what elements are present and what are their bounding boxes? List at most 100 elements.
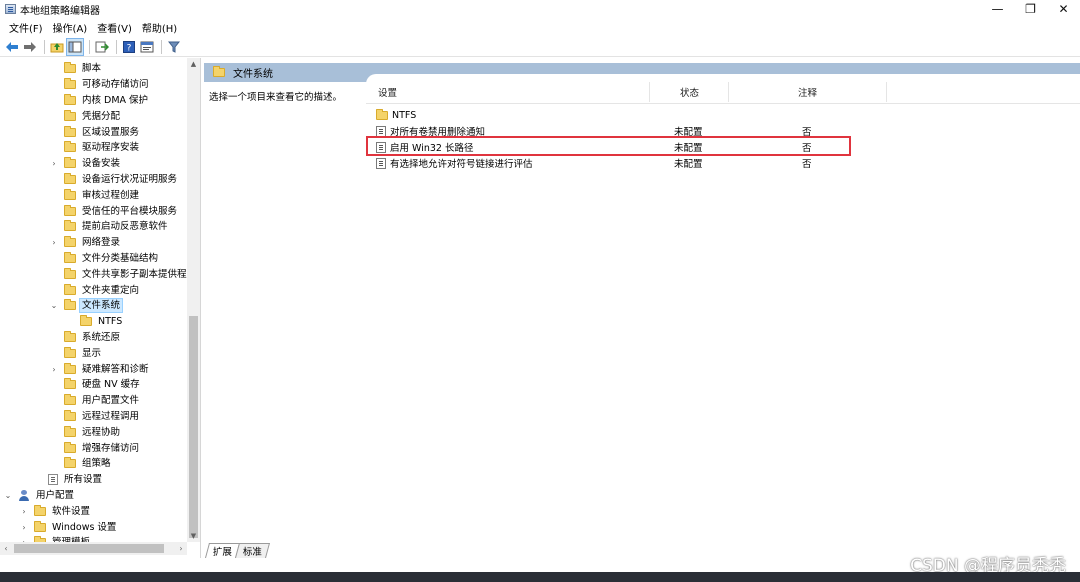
- tree-item[interactable]: 可移动存储访问: [0, 77, 187, 93]
- settings-list-header: 设置 状态 注释: [366, 80, 1080, 104]
- folder-icon: [64, 109, 76, 121]
- taskbar: [0, 572, 1080, 582]
- tree-item[interactable]: 文件共享影子副本提供程序: [0, 266, 196, 282]
- tree-item[interactable]: 提前启动反恶意软件: [0, 219, 187, 235]
- toolbar-separator: [44, 39, 45, 54]
- tree-item[interactable]: › 网络登录: [0, 235, 187, 251]
- tree-item[interactable]: 系统还原: [0, 330, 187, 346]
- tree-item[interactable]: › Windows 设置: [0, 519, 187, 535]
- tree-item-label: 远程协助: [82, 426, 121, 438]
- tree-item-label: 网络登录: [82, 237, 121, 249]
- column-header-state[interactable]: 状态: [680, 80, 699, 104]
- menu-bar: 文件(F) 操作(A) 查看(V) 帮助(H): [0, 18, 1080, 36]
- tree-item[interactable]: › 疑难解答和诊断: [0, 361, 187, 377]
- back-button[interactable]: [4, 39, 20, 55]
- folder-icon: [64, 93, 76, 105]
- expand-arrow-icon[interactable]: ›: [20, 507, 28, 516]
- tree-item-label: 文件分类基础结构: [82, 252, 159, 264]
- tree-item[interactable]: 受信任的平台模块服务: [0, 203, 187, 219]
- tree-item[interactable]: ⌄ 用户配置: [0, 488, 187, 504]
- setting-row[interactable]: NTFS: [374, 107, 1074, 123]
- tree-item[interactable]: 远程协助: [0, 424, 187, 440]
- tree-item[interactable]: › 设备安装: [0, 156, 187, 172]
- tree-item[interactable]: 文件夹重定向: [0, 282, 187, 298]
- expand-arrow-icon[interactable]: ›: [20, 523, 28, 532]
- toolbar-separator: [161, 39, 162, 54]
- tree-item-label: 审核过程创建: [82, 189, 140, 201]
- toolbar-separator: [116, 39, 117, 54]
- tree-item[interactable]: › 软件设置: [0, 503, 187, 519]
- filter-icon: [168, 41, 180, 53]
- collapse-arrow-icon[interactable]: ⌄: [50, 301, 58, 310]
- column-divider[interactable]: [649, 82, 650, 102]
- menu-action[interactable]: 操作(A): [48, 20, 93, 35]
- column-divider[interactable]: [728, 82, 729, 102]
- tree-horizontal-scroll-thumb[interactable]: [14, 544, 164, 553]
- tree-item-label: 所有设置: [64, 474, 103, 486]
- column-header-setting[interactable]: 设置: [378, 80, 397, 104]
- tree-horizontal-scrollbar[interactable]: ‹ ›: [0, 542, 187, 555]
- tree-item[interactable]: ⌄ 文件系统: [0, 298, 187, 314]
- tree-item[interactable]: 远程过程调用: [0, 409, 187, 425]
- tree-item[interactable]: 设备运行状况证明服务: [0, 172, 187, 188]
- export-list-button[interactable]: [94, 39, 110, 55]
- tab-standard[interactable]: 标准: [235, 543, 271, 558]
- folder-icon: [34, 520, 46, 532]
- forward-button[interactable]: [22, 39, 38, 55]
- tree-item[interactable]: 内核 DMA 保护: [0, 93, 187, 109]
- menu-file[interactable]: 文件(F): [4, 20, 48, 35]
- expand-arrow-icon[interactable]: ›: [50, 159, 58, 168]
- close-button[interactable]: ✕: [1047, 0, 1080, 18]
- up-one-level-button[interactable]: [49, 39, 65, 55]
- setting-row[interactable]: 有选择地允许对符号链接进行评估 未配置 否: [374, 155, 1074, 171]
- tree-item-label: 区域设置服务: [82, 126, 140, 138]
- tree-item[interactable]: 所有设置: [0, 472, 187, 488]
- description-text: 选择一个项目来查看它的描述。: [209, 92, 343, 103]
- folder-icon: [213, 66, 225, 77]
- tree-item[interactable]: 脚本: [0, 61, 187, 77]
- show-hide-tree-button[interactable]: [66, 37, 84, 56]
- tree-item[interactable]: 增强存储访问: [0, 440, 187, 456]
- tree-item-label: Windows 设置: [52, 521, 117, 533]
- minimize-button[interactable]: —: [981, 0, 1014, 18]
- column-divider[interactable]: [886, 82, 887, 102]
- description-area: 选择一个项目来查看它的描述。: [204, 82, 366, 542]
- tree-item[interactable]: 用户配置文件: [0, 393, 187, 409]
- tree-item[interactable]: 区域设置服务: [0, 124, 187, 140]
- folder-icon: [64, 141, 76, 153]
- tree-item[interactable]: 凭据分配: [0, 108, 187, 124]
- details-pane: 文件系统 选择一个项目来查看它的描述。 设置 状态 注释 NTFS 对所有卷禁用删…: [204, 60, 1080, 556]
- scroll-up-icon[interactable]: ▲: [187, 58, 200, 70]
- menu-view[interactable]: 查看(V): [92, 20, 137, 35]
- tree-item[interactable]: 硬盘 NV 缓存: [0, 377, 187, 393]
- setting-name: NTFS: [392, 109, 417, 121]
- folder-icon: [64, 346, 76, 358]
- properties-button[interactable]: [139, 39, 155, 55]
- help-button[interactable]: ?: [121, 39, 137, 55]
- expand-arrow-icon[interactable]: ›: [50, 238, 58, 247]
- tree-vertical-scroll-thumb[interactable]: [189, 316, 198, 538]
- tree-item[interactable]: NTFS: [0, 314, 187, 330]
- menu-help[interactable]: 帮助(H): [137, 20, 182, 35]
- tree-item[interactable]: 文件分类基础结构: [0, 251, 187, 267]
- tree-vertical-scrollbar[interactable]: ▲ ▼: [187, 58, 200, 542]
- tree-item-label: 文件共享影子副本提供程序: [82, 268, 197, 280]
- setting-name-cell: 有选择地允许对符号链接进行评估: [376, 155, 533, 171]
- maximize-button[interactable]: ❐: [1014, 0, 1047, 18]
- collapse-arrow-icon[interactable]: ⌄: [4, 491, 12, 500]
- scroll-down-icon[interactable]: ▼: [187, 530, 200, 542]
- scroll-left-icon[interactable]: ‹: [0, 542, 12, 555]
- tree-item[interactable]: 驱动程序安装: [0, 140, 187, 156]
- title-bar: 本地组策略编辑器 — ❐ ✕: [0, 0, 1080, 18]
- folder-icon: [64, 78, 76, 90]
- policy-setting-icon: [376, 157, 386, 169]
- tree-item[interactable]: 审核过程创建: [0, 187, 187, 203]
- column-header-comment[interactable]: 注释: [798, 80, 817, 104]
- filter-button[interactable]: [166, 39, 182, 55]
- scroll-right-icon[interactable]: ›: [175, 542, 187, 555]
- svg-text:?: ?: [127, 43, 132, 53]
- tree-item[interactable]: 组策略: [0, 456, 187, 472]
- folder-icon: [64, 283, 76, 295]
- tree-item[interactable]: 显示: [0, 345, 187, 361]
- expand-arrow-icon[interactable]: ›: [50, 365, 58, 374]
